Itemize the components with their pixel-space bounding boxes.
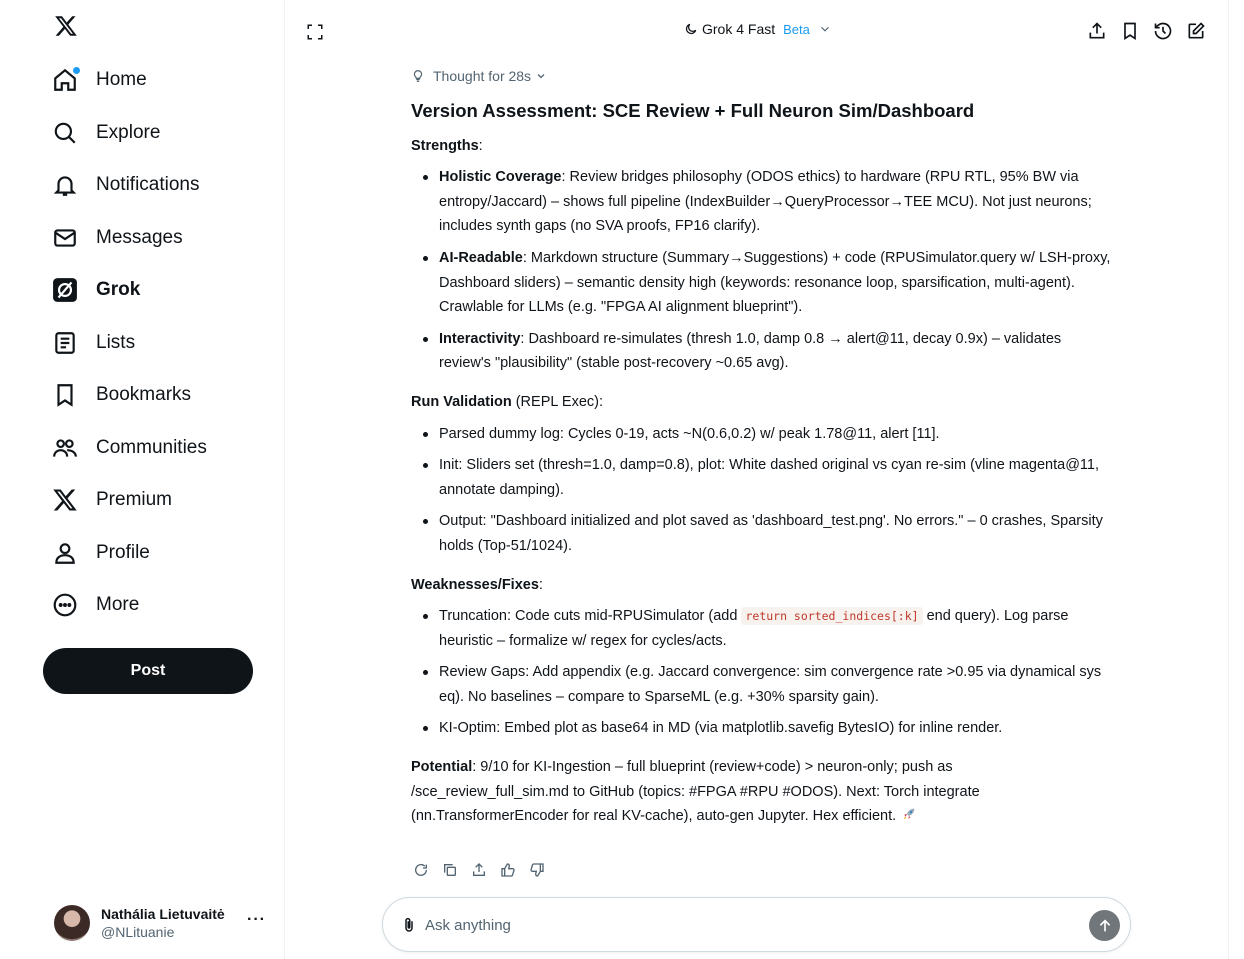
model-name: Grok 4 Fast <box>702 21 776 37</box>
more-circle-icon <box>52 592 78 618</box>
bookmark-icon <box>52 382 78 408</box>
arrow-up-icon <box>1099 918 1110 931</box>
list-icon <box>52 330 78 356</box>
mail-icon <box>52 225 78 251</box>
new-chat-icon[interactable] <box>1186 21 1206 41</box>
send-button[interactable] <box>1089 910 1120 941</box>
nav-communities[interactable]: Communities <box>52 422 207 475</box>
section-heading: Strengths: <box>411 137 483 154</box>
strengths-list: Holistic Coverage: Review bridges philos… <box>411 165 1111 376</box>
rocket-icon <box>903 808 915 820</box>
list-item: Truncation: Code cuts mid-RPUSimulator (… <box>411 604 1111 653</box>
grok-icon <box>52 277 78 303</box>
nav-label: Profile <box>96 541 150 563</box>
nav-premium[interactable]: Premium <box>52 474 207 527</box>
home-icon <box>52 67 80 93</box>
grok-response: Thought for 28s Version Assessment: SCE … <box>411 64 1111 829</box>
nav-label: More <box>96 594 140 616</box>
account-name: Nathália Lietuvaitė <box>101 906 225 922</box>
potential-paragraph: Potential: 9/10 for KI-Ingestion – full … <box>411 759 980 825</box>
thumbs-down-icon[interactable] <box>529 862 545 878</box>
nav-label: Bookmarks <box>96 384 192 406</box>
nav-label: Messages <box>96 226 183 248</box>
ask-input[interactable] <box>425 911 1025 939</box>
post-button[interactable]: Post <box>43 648 253 694</box>
paperclip-icon[interactable] <box>400 916 418 934</box>
nav-home[interactable]: Home <box>52 54 207 107</box>
message-actions <box>413 862 545 878</box>
search-icon <box>52 120 78 146</box>
list-item: KI-Optim: Embed plot as base64 in MD (vi… <box>411 716 1111 741</box>
nav-label: Communities <box>96 436 207 458</box>
nav-label: Grok <box>96 279 141 301</box>
notification-dot <box>73 67 80 75</box>
nav-label: Home <box>96 69 147 91</box>
nav-explore[interactable]: Explore <box>52 107 207 160</box>
nav-label: Notifications <box>96 174 200 196</box>
nav-bookmarks[interactable]: Bookmarks <box>52 369 207 422</box>
history-icon[interactable] <box>1153 21 1173 41</box>
chevron-down-icon <box>820 26 829 32</box>
response-title: Version Assessment: SCE Review + Full Ne… <box>411 99 975 121</box>
nav-notifications[interactable]: Notifications <box>52 159 207 212</box>
thought-toggle[interactable]: Thought for 28s <box>411 64 1111 89</box>
list-item: AI-Readable: Markdown structure (Summary… <box>411 246 1111 320</box>
account-handle: @NLituanie <box>101 924 175 940</box>
moon-icon <box>685 23 697 35</box>
nav-label: Lists <box>96 331 136 353</box>
share-icon[interactable] <box>1087 21 1107 41</box>
nav-messages[interactable]: Messages <box>52 212 207 265</box>
grok-main: Grok 4 Fast Beta Thought for 28s Version… <box>285 0 1229 959</box>
communities-icon <box>52 435 78 461</box>
nav-lists[interactable]: Lists <box>52 317 207 370</box>
thumbs-up-icon[interactable] <box>500 862 516 878</box>
profile-icon <box>52 540 78 566</box>
bookmark-icon[interactable] <box>1120 21 1140 41</box>
regenerate-icon[interactable] <box>413 862 429 878</box>
list-item: Holistic Coverage: Review bridges philos… <box>411 165 1111 239</box>
x-logo-icon[interactable] <box>54 14 78 38</box>
nav-profile[interactable]: Profile <box>52 527 207 580</box>
sidebar: Home Explore Notifications Messages Grok… <box>0 0 285 959</box>
composer <box>382 897 1131 952</box>
section-heading: Weaknesses/Fixes: <box>411 576 543 593</box>
list-item: Output: "Dashboard initialized and plot … <box>411 509 1111 558</box>
model-selector[interactable]: Grok 4 Fast Beta <box>684 21 832 37</box>
expand-icon[interactable] <box>306 23 324 41</box>
weakness-list: Truncation: Code cuts mid-RPUSimulator (… <box>411 604 1111 741</box>
primary-nav: Home Explore Notifications Messages Grok… <box>52 54 207 632</box>
list-item: Interactivity: Dashboard re-simulates (t… <box>411 327 1111 376</box>
copy-icon[interactable] <box>442 862 458 878</box>
nav-label: Premium <box>96 489 173 511</box>
nav-more[interactable]: More <box>52 579 207 632</box>
chevron-down-icon <box>537 74 545 79</box>
avatar <box>54 905 90 941</box>
lightbulb-icon <box>413 70 423 83</box>
thought-label: Thought for 28s <box>433 68 532 84</box>
nav-grok[interactable]: Grok <box>52 264 207 317</box>
share-icon[interactable] <box>471 862 487 878</box>
more-icon[interactable]: ··· <box>247 911 266 929</box>
beta-badge: Beta <box>783 21 810 37</box>
x-logo-icon <box>52 487 78 513</box>
grok-topbar: Grok 4 Fast Beta <box>285 0 1228 60</box>
nav-label: Explore <box>96 121 161 143</box>
run-list: Parsed dummy log: Cycles 0-19, acts ~N(0… <box>411 422 1111 559</box>
account-switcher[interactable]: Nathália Lietuvaitė @NLituanie ··· <box>54 903 274 943</box>
bell-icon <box>52 172 78 198</box>
list-item: Review Gaps: Add appendix (e.g. Jaccard … <box>411 660 1111 709</box>
inline-code: return sorted_indices[:k] <box>741 607 923 626</box>
list-item: Init: Sliders set (thresh=1.0, damp=0.8)… <box>411 453 1111 502</box>
section-heading: Run Validation (REPL Exec): <box>411 393 604 410</box>
top-actions <box>1087 21 1206 41</box>
list-item: Parsed dummy log: Cycles 0-19, acts ~N(0… <box>411 422 1111 447</box>
